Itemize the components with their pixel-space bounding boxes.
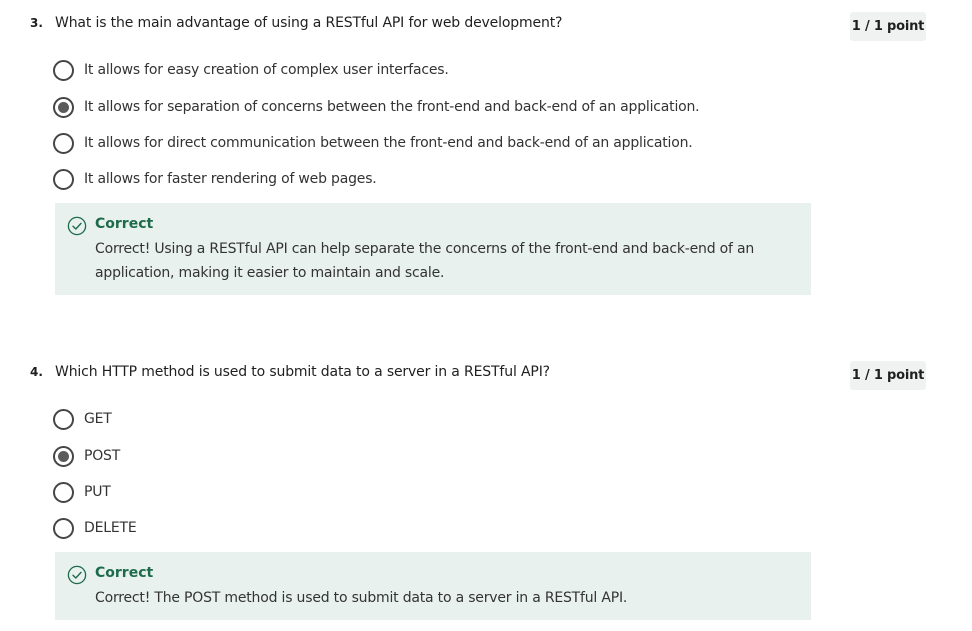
radio-unselected-icon[interactable] (53, 481, 74, 503)
question-text: What is the main advantage of using a RE… (55, 15, 563, 31)
radio-unselected-icon[interactable] (53, 59, 74, 81)
question-number: 4. (30, 365, 43, 379)
option-get[interactable]: GET (53, 407, 112, 431)
feedback-panel: Correct Correct! The POST method is used… (55, 552, 811, 620)
option-1[interactable]: It allows for easy creation of complex u… (53, 58, 449, 82)
question-number: 3. (30, 16, 43, 30)
option-label: GET (84, 411, 112, 427)
option-put[interactable]: PUT (53, 480, 111, 504)
radio-unselected-icon[interactable] (53, 517, 74, 539)
check-circle-icon (67, 565, 87, 585)
option-label: It allows for separation of concerns bet… (84, 99, 700, 115)
option-label: It allows for faster rendering of web pa… (84, 171, 377, 187)
feedback-status: Correct (95, 216, 154, 232)
option-label: It allows for direct communication betwe… (84, 135, 693, 151)
feedback-text: Correct! The POST method is used to subm… (95, 590, 628, 606)
points-badge: 1 / 1 point (850, 361, 926, 390)
option-3[interactable]: It allows for direct communication betwe… (53, 131, 693, 155)
points-badge: 1 / 1 point (850, 12, 926, 41)
option-2[interactable]: It allows for separation of concerns bet… (53, 95, 700, 119)
option-post[interactable]: POST (53, 444, 120, 468)
radio-unselected-icon[interactable] (53, 168, 74, 190)
check-circle-icon (67, 216, 87, 236)
option-label: DELETE (84, 520, 137, 536)
option-delete[interactable]: DELETE (53, 516, 137, 540)
feedback-status: Correct (95, 565, 154, 581)
feedback-panel: Correct Correct! Using a RESTful API can… (55, 203, 811, 295)
radio-unselected-icon[interactable] (53, 408, 74, 430)
option-label: POST (84, 448, 121, 464)
option-label: It allows for easy creation of complex u… (84, 62, 449, 78)
question-text: Which HTTP method is used to submit data… (55, 364, 550, 380)
radio-unselected-icon[interactable] (53, 132, 74, 154)
radio-selected-icon[interactable] (53, 96, 74, 118)
feedback-text: Correct! Using a RESTful API can help se… (95, 241, 755, 281)
radio-selected-icon[interactable] (53, 445, 74, 467)
option-4[interactable]: It allows for faster rendering of web pa… (53, 167, 377, 191)
option-label: PUT (84, 484, 111, 500)
